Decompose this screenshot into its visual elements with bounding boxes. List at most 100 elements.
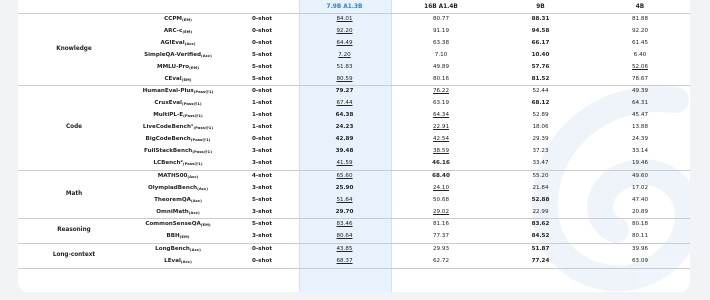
table-body: Knowledge CCPM(EM) 0-shot 84.01 80.77 88.31 81… (18, 13, 690, 270)
header-category (18, 0, 130, 14)
score-cell-model-3: 52.88 (531, 196, 550, 203)
score-cell-model-2: 91.19 (432, 27, 449, 34)
score-cell-model-1: 51.83 (336, 63, 353, 70)
score-cell-model-4: 13.88 (631, 124, 648, 131)
score-cell-model-1: 64.49 (336, 39, 353, 46)
benchmark-name: SimpleQA-Verified(Acc) (144, 51, 212, 58)
score-cell-model-2: 68.40 (432, 172, 450, 179)
benchmark-name: MATH500(Acc) (157, 172, 199, 179)
shot-setting: 0-shot (251, 136, 273, 143)
benchmark-table: 7.9B A1.3B 16B A1.4B 9B 4B Knowledge CCPM… (18, 0, 690, 270)
category-label: Long-context (18, 243, 130, 270)
score-cell-model-3: 21.84 (532, 184, 549, 191)
score-cell-model-2: 46.16 (391, 157, 491, 171)
score-cell-model-4: 6.40 (633, 51, 647, 58)
score-cell-model-2: 80.77 (432, 16, 449, 22)
score-cell-model-3: 83.62 (531, 221, 550, 228)
shot-setting: 5-shot (251, 196, 273, 203)
shot-setting: 4-shot (251, 172, 273, 179)
shot-setting: 1-shot (251, 100, 273, 107)
shot-setting: 0-shot (251, 246, 273, 253)
score-cell-model-3: 84.52 (491, 231, 590, 245)
score-cell-model-4: 39.96 (631, 246, 648, 253)
score-cell-model-2: 76.22 (432, 88, 449, 95)
benchmark-name: CCPM(EM) (164, 16, 192, 22)
score-cell-model-1: 24.23 (335, 124, 354, 131)
table-row: Knowledge CCPM(EM) 0-shot 84.01 80.77 88.31 81… (18, 13, 690, 87)
header-model-1: 7.9B A1.3B (298, 0, 391, 14)
score-cell-model-4: 19.46 (590, 157, 690, 171)
score-cell-model-1: 7.20 (338, 51, 351, 58)
shot-setting: 1-shot (251, 124, 273, 131)
category-label: Math (18, 170, 130, 220)
benchmark-name: HumanEval-Plus(Pass@1) (142, 88, 214, 95)
score-cell-model-1: 80.64 (298, 231, 391, 245)
score-cell-model-2: 77.37 (391, 231, 491, 245)
score-cell-model-2: 22.91 (432, 124, 449, 131)
benchmark-name: LongBench(Acc) (155, 246, 201, 253)
score-cell-model-4: 45.47 (631, 112, 648, 119)
results-card: 7.9B A1.3B 16B A1.4B 9B 4B Knowledge CCPM… (18, 0, 690, 292)
shot-setting: 5-shot (226, 73, 298, 87)
score-cell-model-2: 63.38 (432, 39, 449, 46)
table-row: Reasoning CommonSenseQA(EM) 5-shot 83.46 81.… (18, 218, 690, 245)
shot-setting: 0-shot (251, 27, 273, 34)
score-cell-model-4: 92.20 (631, 27, 648, 34)
benchmark-name: MultiPL-E(Pass@1) (153, 112, 203, 119)
table-row: Math MATH500(Acc) 4-shot 65.60 68.40 55.20 49.… (18, 170, 690, 220)
shot-setting: 0-shot (251, 39, 273, 46)
score-cell-model-4: 17.02 (631, 184, 648, 191)
category-label: Code (18, 85, 130, 171)
score-cell-model-1: 51.64 (336, 196, 353, 203)
score-cell-model-1: 64.38 (335, 112, 354, 119)
benchmark-name: TheoremQA(Acc) (154, 196, 202, 203)
shot-setting: 3-shot (251, 184, 273, 191)
header-benchmark (130, 0, 226, 14)
benchmark-name: BBH(EM) (130, 231, 226, 245)
score-cell-model-2: 38.59 (432, 147, 449, 154)
shot-setting: 3-shot (226, 231, 298, 245)
shot-setting: 1-shot (251, 112, 273, 119)
score-cell-model-4: 52.06 (631, 63, 648, 70)
score-cell-model-4: 49.60 (631, 172, 648, 179)
score-cell-model-1: 83.46 (336, 221, 353, 228)
score-cell-model-2: 50.68 (432, 196, 449, 203)
score-cell-model-1: 79.27 (335, 88, 354, 95)
table-row: Code HumanEval-Plus(Pass@1) 0-shot 79.27 76.… (18, 85, 690, 171)
score-cell-model-1: 43.85 (336, 246, 353, 253)
score-cell-model-1: 92.20 (336, 27, 353, 34)
benchmark-name: OmniMath(Acc) (130, 206, 226, 220)
benchmark-name: OlympiadBench(Acc) (147, 184, 209, 191)
score-cell-model-3: 10.40 (531, 51, 550, 58)
shot-setting: 3-shot (226, 157, 298, 171)
benchmark-name: CruxEval(Pass@1) (154, 100, 202, 107)
score-cell-model-4: 81.88 (631, 16, 648, 22)
shot-setting: 0-shot (251, 88, 273, 95)
shot-setting: 5-shot (251, 63, 273, 70)
score-cell-model-3: 55.20 (532, 172, 549, 179)
shot-setting: 5-shot (251, 51, 273, 58)
score-cell-model-2: 64.34 (432, 112, 449, 119)
shot-setting: 0-shot (251, 16, 273, 22)
header-shot (226, 0, 298, 14)
score-cell-model-1: 29.70 (298, 206, 391, 220)
score-cell-model-2: 81.16 (432, 221, 449, 228)
score-cell-model-3: 68.12 (531, 100, 550, 107)
score-cell-model-3: 18.06 (532, 124, 549, 131)
score-cell-model-1: 41.59 (298, 157, 391, 171)
score-cell-model-3: 81.52 (491, 73, 590, 87)
header-model-4: 4B (590, 0, 690, 14)
score-cell-model-1: 67.44 (336, 100, 353, 107)
score-cell-model-3: 57.76 (531, 63, 550, 70)
benchmark-name: CEval(EM) (130, 73, 226, 87)
score-cell-model-3: 52.89 (532, 112, 549, 119)
score-cell-model-1: 25.90 (335, 184, 354, 191)
header-model-2: 16B A1.4B (391, 0, 491, 14)
score-cell-model-2: 49.89 (432, 63, 449, 70)
benchmark-name: BigCodeBench(Pass@1) (145, 136, 211, 143)
score-cell-model-4: 78.67 (590, 73, 690, 87)
score-cell-model-3: 51.87 (531, 246, 550, 253)
score-cell-model-3: 77.24 (491, 256, 590, 270)
shot-setting: 0-shot (226, 256, 298, 270)
benchmark-name: FullStackBench(Pass@1) (144, 147, 212, 154)
